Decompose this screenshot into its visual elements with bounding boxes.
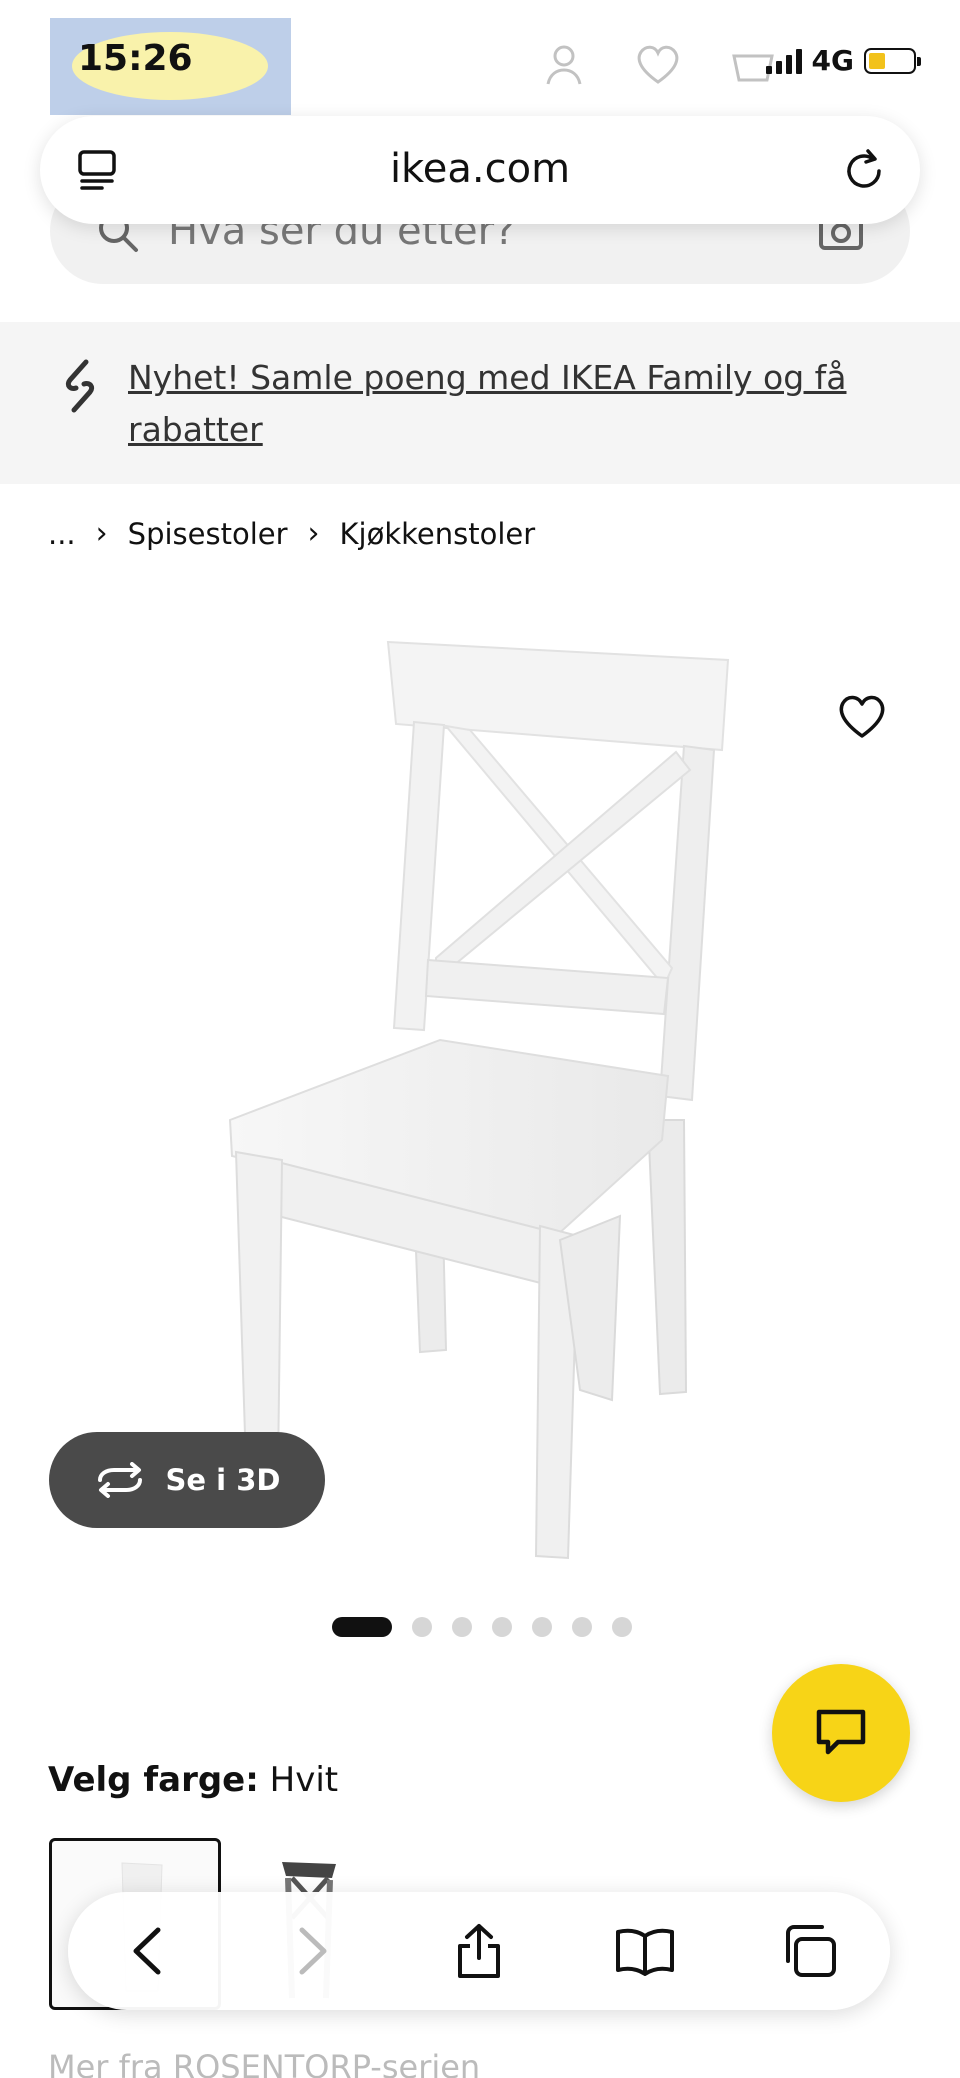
status-time: 15:26: [78, 38, 193, 79]
series-link[interactable]: Mer fra ROSENTORP-serien: [48, 2048, 480, 2078]
carousel-dot[interactable]: [612, 1617, 632, 1637]
view-3d-label: Se i 3D: [165, 1463, 281, 1497]
breadcrumb-ellipsis[interactable]: ...: [48, 517, 76, 551]
back-button[interactable]: [114, 1918, 180, 1984]
rotate-3d-icon: [97, 1462, 142, 1498]
share-icon: [458, 1924, 500, 1978]
chat-button[interactable]: [772, 1664, 910, 1802]
carousel-dot[interactable]: [572, 1617, 592, 1637]
network-label: 4G: [811, 44, 854, 77]
breadcrumb-item[interactable]: Kjøkkenstoler: [340, 517, 536, 551]
chevron-right-icon: [299, 1927, 327, 1975]
promo-link[interactable]: Nyhet! Samle poeng med IKEA Family og få…: [128, 352, 908, 456]
share-button[interactable]: [446, 1918, 512, 1984]
chat-bubble-icon: [816, 1709, 866, 1755]
url-text[interactable]: ikea.com: [40, 146, 920, 192]
carousel-dot-active[interactable]: [332, 1617, 392, 1637]
book-icon: [616, 1928, 674, 1976]
signal-icon: [765, 48, 802, 74]
chevron-right-icon: ›: [95, 516, 108, 551]
reload-icon[interactable]: [842, 146, 886, 192]
battery-icon: [864, 47, 921, 74]
link-chain-icon: [65, 359, 95, 413]
breadcrumb: ... › Spisestoler › Kjøkkenstoler: [48, 516, 535, 551]
image-carousel-indicator[interactable]: [332, 1617, 632, 1637]
browser-toolbar: [68, 1892, 890, 2010]
tabs-button[interactable]: [776, 1918, 842, 1984]
chevron-right-icon: ›: [307, 516, 320, 551]
color-value: Hvit: [269, 1760, 339, 1800]
view-3d-button[interactable]: Se i 3D: [49, 1432, 325, 1528]
forward-button[interactable]: [280, 1918, 346, 1984]
carousel-dot[interactable]: [412, 1617, 432, 1637]
tabs-icon: [786, 1925, 836, 1977]
status-bar: 15:26 4G: [0, 0, 960, 120]
carousel-dot[interactable]: [492, 1617, 512, 1637]
color-label: Velg farge:: [48, 1760, 259, 1800]
bookmarks-button[interactable]: [612, 1918, 678, 1984]
favorite-heart-icon[interactable]: [836, 690, 888, 742]
carousel-dot[interactable]: [452, 1617, 472, 1637]
carousel-dot[interactable]: [532, 1617, 552, 1637]
color-selector-label: Velg farge: Hvit: [48, 1760, 338, 1800]
chevron-left-icon: [133, 1927, 161, 1975]
breadcrumb-item[interactable]: Spisestoler: [128, 517, 288, 551]
browser-address-bar[interactable]: ikea.com: [40, 116, 920, 224]
promo-banner: Nyhet! Samle poeng med IKEA Family og få…: [0, 322, 960, 484]
